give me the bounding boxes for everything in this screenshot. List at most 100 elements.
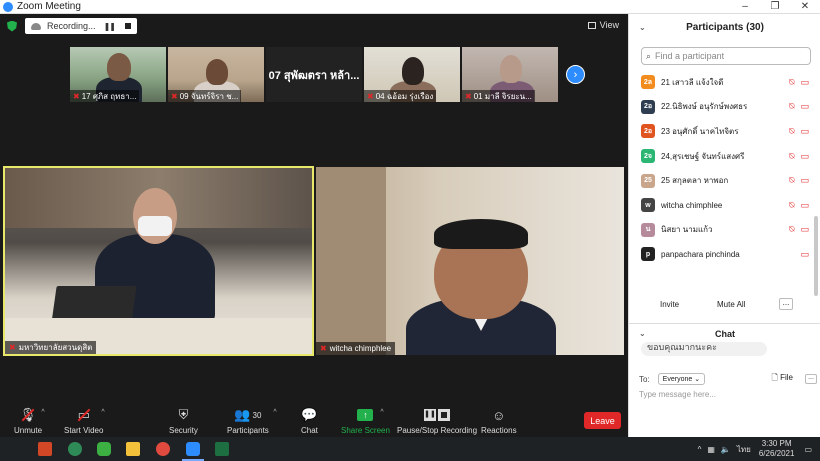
participant-row[interactable]: 2จ 24,สุรเชษฐ์ จันทร์แสงศรี ⍉ ▭ (629, 144, 813, 169)
recipient-select[interactable]: Everyone ⌄ (657, 373, 706, 385)
thumbnail-tile[interactable]: ✖ 04 ฉอ้อม รุ่งเรือง (364, 47, 460, 102)
participant-head (500, 55, 522, 83)
zoom-logo-icon (3, 1, 13, 12)
avatar: น (641, 222, 655, 237)
next-page-chevron-icon[interactable]: › (566, 65, 585, 84)
avatar: 25 (641, 173, 655, 188)
start-video-button[interactable]: ▭ Start Video (64, 407, 103, 435)
thumbnail-tile[interactable]: ✖ 17 ศุภิส ฤทธา... (70, 47, 166, 102)
mute-all-button[interactable]: Mute All (717, 300, 745, 309)
muted-mic-icon: ⍉ (789, 125, 795, 136)
participant-name: 23 อนุศักดิ์ นาคไทจิตร (661, 126, 739, 136)
unmute-button[interactable]: 🎙 Unmute (14, 407, 42, 435)
participants-title: Participants (30) (686, 21, 764, 33)
start-video-label: Start Video (64, 426, 104, 435)
more-options-button[interactable]: ... (779, 298, 793, 310)
zoom-taskbar-icon[interactable] (182, 442, 204, 461)
chevron-up-icon[interactable]: ^ (698, 445, 702, 454)
participants-icon: 👥 30 (234, 407, 262, 422)
thumbnail-name-bar: ✖ 01 มาลี จิรยะน... (462, 90, 535, 102)
avatar: w (641, 198, 655, 213)
minimize-button[interactable]: – (730, 1, 760, 12)
security-label: Security (169, 426, 198, 435)
unmute-label: Unmute (14, 426, 43, 435)
chevron-up-icon: ^ (273, 409, 277, 416)
thumbnail-tile[interactable]: ✖ 01 มาลี จิรยะน... (462, 47, 558, 102)
pause-recording-button[interactable]: ❚❚ (104, 22, 116, 31)
chat-recipient-row: To: Everyone ⌄ 🗋 File ... (639, 372, 817, 386)
edge-browser-icon[interactable] (68, 442, 82, 456)
chat-more-button[interactable]: ... (805, 374, 817, 384)
avatar: p (641, 247, 655, 262)
chat-button[interactable]: 💬 Chat (301, 407, 318, 435)
language-indicator[interactable]: ไทย (737, 443, 751, 456)
muted-mic-icon: ⍉ (789, 76, 795, 87)
leave-button[interactable]: Leave (584, 412, 621, 429)
participants-scrollbar[interactable] (814, 216, 818, 296)
participants-count: 30 (252, 410, 262, 420)
main-video-active-speaker[interactable]: ✖ มหาวิทยาลัยสวนดุสิต (3, 166, 314, 356)
security-shield-icon[interactable] (7, 20, 17, 32)
thumbnail-name-only: 07 สุพัฒตรา หล้า... (268, 69, 360, 82)
participants-button[interactable]: 👥 30 Participants (227, 407, 269, 435)
participant-row[interactable]: w witcha chimphlee ⍉ ▭ (629, 193, 813, 218)
invite-button[interactable]: Invite (660, 300, 679, 309)
participant-row[interactable]: น นิสยา นามแก้ว ⍉ ▭ (629, 218, 813, 243)
thumbnail-name: 17 ศุภิส ฤทธา... (81, 91, 137, 101)
thumbnail-tile[interactable]: ✖ 09 จันทร์จิรา ช... (168, 47, 264, 102)
maximize-button[interactable]: ❐ (760, 1, 790, 12)
video-name: witcha chimphlee (329, 344, 392, 353)
video-camera-icon: ▭ (77, 407, 90, 422)
meeting-area: Recording... ❚❚ View ✖ 17 ศุภิส ฤทธา... ✖… (0, 14, 628, 437)
file-explorer-icon[interactable] (126, 442, 140, 456)
side-panel: ⌄ Participants (30) ⌕ Find a participant… (628, 14, 820, 437)
volume-icon[interactable]: 🔈 (721, 445, 731, 454)
participant-row[interactable]: 2อ 22.นิธิพงษ์ อนุรักษ์พงศธร ⍉ ▭ (629, 95, 813, 120)
window-controls: – ❐ ✕ (730, 1, 820, 12)
meeting-topbar: Recording... ❚❚ View (0, 14, 628, 38)
share-screen-icon: ↑ (357, 409, 374, 421)
security-button[interactable]: ⛨ Security (169, 407, 198, 435)
main-video[interactable]: ✖ witcha chimphlee (316, 167, 624, 355)
view-grid-icon (587, 21, 596, 29)
chat-message-input[interactable]: Type message here... (639, 390, 716, 399)
chevron-up-icon: ^ (101, 409, 105, 416)
chevron-down-icon[interactable]: ⌄ (639, 329, 646, 338)
participant-search-input[interactable]: ⌕ Find a participant (641, 47, 811, 65)
participant-row[interactable]: 25 25 สกุลตลา หาพอก ⍉ ▭ (629, 168, 813, 193)
thumbnail-name: 04 ฉอ้อม รุ่งเรือง (375, 91, 434, 101)
recording-indicator: Recording... ❚❚ (25, 18, 137, 34)
participant-status-icons: ⍉ ▭ (789, 101, 809, 112)
close-button[interactable]: ✕ (790, 1, 820, 12)
participant-row[interactable]: p panpachara pinchinda ▭ (629, 242, 813, 267)
file-button[interactable]: 🗋 File (771, 372, 793, 386)
participant-list: 2ล 21 เสาวลี แจ้งใจดี ⍉ ▭ 2อ 22.นิธิพงษ์ … (629, 70, 813, 267)
notifications-icon[interactable]: ▭ (804, 445, 812, 454)
view-button[interactable]: View (587, 20, 619, 30)
stop-recording-button[interactable] (125, 23, 131, 29)
chrome-browser-icon[interactable] (156, 442, 170, 456)
line-app-icon[interactable] (97, 442, 111, 456)
participant-status-icons: ⍉ ▭ (789, 151, 809, 162)
microphone-icon: 🎙 (19, 407, 37, 422)
pause-stop-recording-button[interactable]: ❚❚ Pause/Stop Recording (397, 407, 477, 435)
network-icon[interactable]: ▦ (707, 445, 715, 454)
avatar: 2อ (641, 99, 655, 114)
chevron-up-icon: ^ (380, 409, 384, 416)
chevron-down-icon[interactable]: ⌄ (639, 23, 646, 32)
muted-mic-icon: ✖ (73, 91, 80, 101)
thumbnail-tile[interactable]: 07 สุพัฒตรา หล้า... (266, 47, 362, 102)
participant-name: witcha chimphlee (661, 200, 723, 210)
excel-app-icon[interactable] (215, 442, 229, 456)
clock[interactable]: 3:30 PM 6/26/2021 (759, 439, 795, 459)
chat-bubble-icon: 💬 (301, 407, 318, 422)
office-app-icon[interactable] (38, 442, 52, 456)
to-label: To: (639, 374, 650, 384)
participant-head (107, 53, 131, 81)
participant-row[interactable]: 2อ 23 อนุศักดิ์ นาคไทจิตร ⍉ ▭ (629, 119, 813, 144)
view-label: View (599, 20, 619, 30)
participant-row[interactable]: 2ล 21 เสาวลี แจ้งใจดี ⍉ ▭ (629, 70, 813, 95)
reactions-button[interactable]: ☺ Reactions (481, 407, 517, 436)
chat-header: ⌄ Chat (629, 323, 820, 339)
reactions-label: Reactions (481, 426, 517, 435)
